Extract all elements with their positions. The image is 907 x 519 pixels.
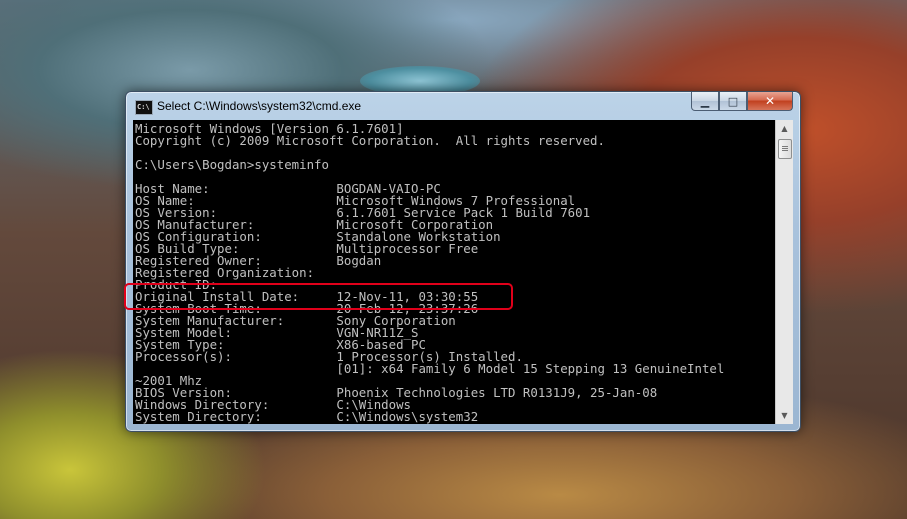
- window-title: Select C:\Windows\system32\cmd.exe: [157, 99, 362, 113]
- close-button[interactable]: ✕: [747, 92, 793, 111]
- scroll-down-arrow-icon[interactable]: ▼: [776, 407, 793, 424]
- console-text: Microsoft Windows [Version 6.1.7601] Copy…: [133, 120, 775, 423]
- scrollbar-thumb[interactable]: [778, 139, 792, 159]
- cmd-window[interactable]: C:\ Select C:\Windows\system32\cmd.exe ▁…: [125, 91, 801, 432]
- console-line: Registered Organization:: [135, 265, 315, 280]
- title-bar[interactable]: C:\ Select C:\Windows\system32\cmd.exe ▁…: [126, 92, 800, 120]
- console-line: Copyright (c) 2009 Microsoft Corporation…: [135, 133, 605, 148]
- minimize-button[interactable]: ▁: [691, 92, 719, 111]
- console-line: C:\Users\Bogdan>systeminfo: [135, 157, 329, 172]
- caption-buttons: ▁ □ ✕: [691, 92, 793, 112]
- console-output[interactable]: Microsoft Windows [Version 6.1.7601] Copy…: [133, 120, 775, 424]
- grip-icon: [782, 146, 788, 152]
- scroll-up-arrow-icon[interactable]: ▲: [776, 120, 793, 137]
- cmd-icon[interactable]: C:\: [135, 100, 153, 115]
- console-line: [01]: x64 Family 6 Model 15 Stepping 13 …: [135, 361, 725, 376]
- vertical-scrollbar[interactable]: ▲ ▼: [775, 120, 793, 424]
- console-line: System Directory: C:\Windows\system32: [135, 409, 479, 424]
- maximize-button[interactable]: □: [719, 92, 747, 111]
